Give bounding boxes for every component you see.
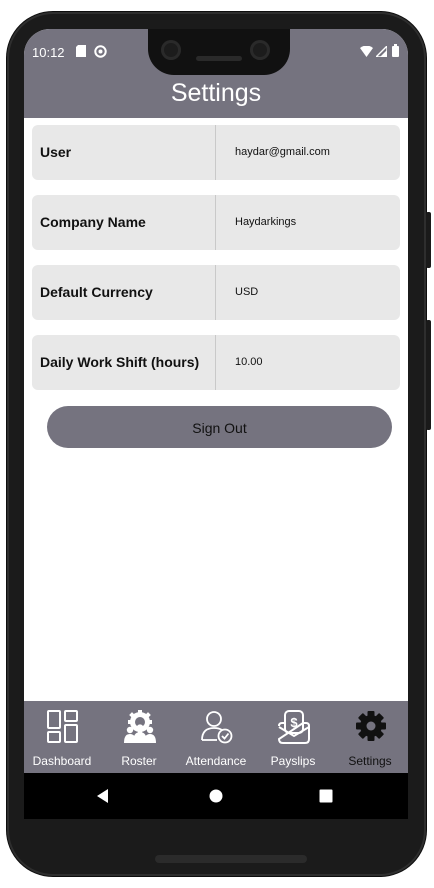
row-value: 10.00 [235,356,263,368]
svg-text:$: $ [290,715,298,730]
system-navigation-bar [24,773,408,819]
row-label: Daily Work Shift (hours) [40,354,200,370]
row-label: Default Currency [40,284,153,300]
bottom-navigation: Dashboard Roster Attendance $ Payslips S… [24,701,408,773]
sign-out-button[interactable]: Sign Out [47,406,392,448]
settings-row-daily-work-shift[interactable]: Daily Work Shift (hours) 10.00 [32,335,400,390]
camera-notch [148,29,290,75]
sync-icon [94,45,107,58]
recent-apps-icon[interactable] [319,789,333,803]
back-icon[interactable] [96,789,110,803]
wifi-icon [360,46,373,57]
volume-button [426,320,431,430]
row-divider [215,335,216,390]
nav-label: Payslips [270,754,316,768]
row-value: haydar@gmail.com [235,146,330,158]
cell-signal-icon [376,46,387,57]
settings-row-company-name[interactable]: Company Name Haydarkings [32,195,400,250]
nav-item-payslips[interactable]: $ Payslips [255,701,331,773]
row-value: USD [235,286,259,298]
battery-icon [392,44,399,57]
home-icon[interactable] [209,789,223,803]
payslips-icon: $ [277,710,310,744]
gear-icon [356,711,386,741]
nav-label: Roster [121,754,157,768]
row-divider [215,125,216,180]
row-label: Company Name [40,214,146,230]
front-camera-left [161,40,181,60]
row-value: Haydarkings [235,216,297,228]
nav-label: Dashboard [32,754,92,768]
front-camera-right [250,40,270,60]
power-button [426,212,431,268]
settings-row-user[interactable]: User haydar@gmail.com [32,125,400,180]
row-divider [215,195,216,250]
nav-item-roster[interactable]: Roster [101,701,177,773]
row-divider [215,265,216,320]
page-title: Settings [170,79,262,107]
status-bar: 10:12 [24,29,408,75]
status-time: 10:12 [32,45,65,60]
dashboard-icon [47,710,78,743]
settings-row-default-currency[interactable]: Default Currency USD [32,265,400,320]
nav-label: Settings [348,754,392,768]
roster-icon [124,710,156,743]
nav-item-dashboard[interactable]: Dashboard [24,701,100,773]
app-header: 10:12 Settings [24,29,408,118]
nav-label: Attendance [185,754,247,768]
earpiece-speaker [196,56,242,61]
sd-card-icon [76,45,86,57]
nav-item-settings[interactable]: Settings [332,701,408,773]
bottom-speaker-grille [155,855,307,863]
attendance-icon [201,711,233,744]
row-label: User [40,144,72,160]
app-screen: 10:12 Settings User haydar@gmail.com Com… [24,29,408,819]
nav-item-attendance[interactable]: Attendance [178,701,254,773]
